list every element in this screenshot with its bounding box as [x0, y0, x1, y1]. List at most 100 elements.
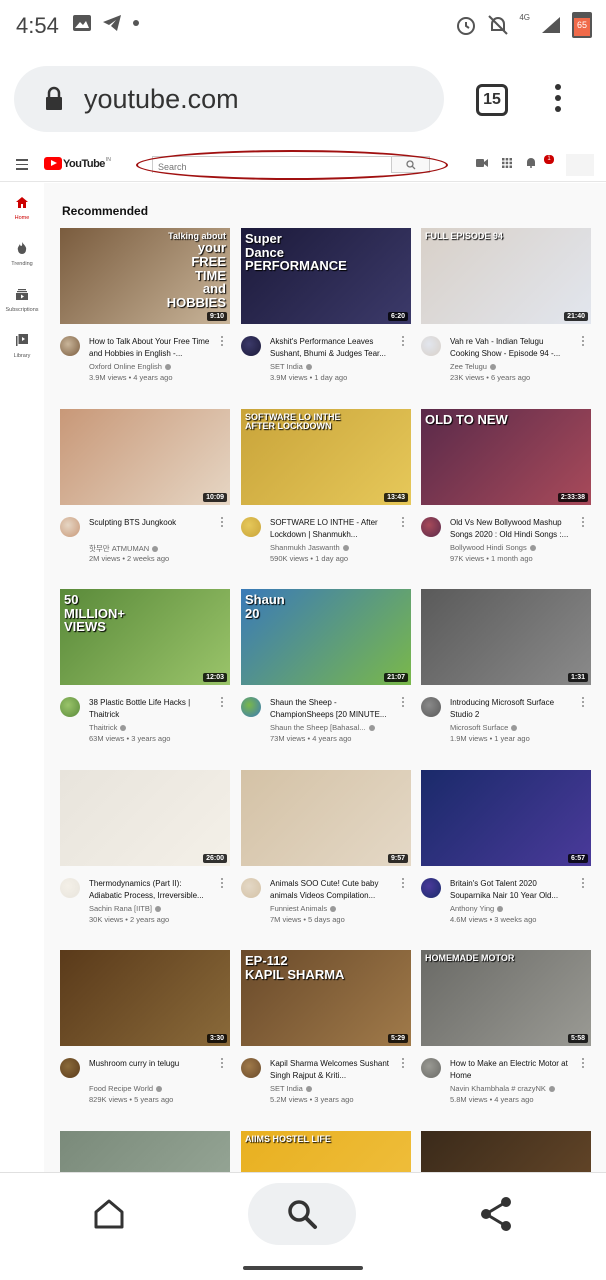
video-title[interactable]: Old Vs New Bollywood Mashup Songs 2020 :… — [450, 517, 574, 541]
sidebar-item-home[interactable]: Home — [0, 195, 44, 221]
more-actions-icon[interactable] — [401, 878, 405, 890]
video-card[interactable]: EP-112 KAPIL SHARMA 5:29 Kapil Sharma Welco… — [241, 950, 411, 1120]
channel-avatar[interactable] — [421, 517, 441, 537]
channel-name[interactable]: 핫무만 ATMUMAN — [89, 543, 219, 554]
more-actions-icon[interactable] — [581, 878, 585, 890]
video-title[interactable]: How to Talk About Your Free Time and Hob… — [89, 336, 213, 360]
apps-grid-icon[interactable] — [502, 157, 512, 168]
tab-switcher-button[interactable]: 15 — [476, 84, 508, 116]
more-actions-icon[interactable] — [220, 697, 224, 709]
video-thumbnail[interactable]: FULL EPISODE 94 21:40 — [421, 228, 591, 324]
video-card[interactable]: HOMEMADE MOTOR 5:58 How to Make an Electri… — [421, 950, 591, 1120]
video-card[interactable]: 1:31 Introducing Microsoft Surface Studio… — [421, 589, 591, 759]
video-thumbnail[interactable] — [421, 1131, 591, 1173]
sidebar-item-trending[interactable]: Trending — [0, 241, 44, 267]
channel-name[interactable]: Zee Telugu — [450, 362, 580, 371]
address-bar[interactable]: youtube.com — [14, 66, 444, 132]
video-thumbnail[interactable]: 6:57 — [421, 770, 591, 866]
video-title[interactable]: Sculpting BTS Jungkook — [89, 517, 213, 529]
channel-avatar[interactable] — [421, 1058, 441, 1078]
youtube-logo[interactable]: YouTube IN — [44, 157, 111, 170]
video-card[interactable]: 6:57 Britain's Got Talent 2020 Souparnika… — [421, 770, 591, 940]
video-card[interactable]: SOFTWARE LO INTHE AFTER LOCKDOWN 13:43 SOFT… — [241, 409, 411, 579]
home-icon[interactable] — [92, 1197, 126, 1231]
video-card[interactable]: Talking about your FREE TIME and HOBBIES 9:10 H… — [60, 228, 230, 398]
channel-name[interactable]: Anthony Ying — [450, 904, 580, 913]
channel-avatar[interactable] — [241, 1058, 261, 1078]
account-avatar[interactable] — [566, 154, 594, 176]
video-thumbnail[interactable]: AIIMS HOSTEL LIFE — [241, 1131, 411, 1173]
overflow-menu-button[interactable] — [550, 84, 566, 118]
video-thumbnail[interactable]: 3:30 — [60, 950, 230, 1046]
video-title[interactable]: Introducing Microsoft Surface Studio 2 — [450, 697, 574, 721]
channel-name[interactable]: SET India — [270, 362, 400, 371]
more-actions-icon[interactable] — [220, 878, 224, 890]
video-title[interactable]: Vah re Vah - Indian Telugu Cooking Show … — [450, 336, 574, 360]
search-button[interactable] — [248, 1183, 356, 1245]
channel-name[interactable]: SET India — [270, 1084, 400, 1093]
more-actions-icon[interactable] — [401, 1058, 405, 1070]
channel-name[interactable]: Navin Khambhala # crazyNK — [450, 1084, 580, 1093]
channel-name[interactable]: Food Recipe World — [89, 1084, 219, 1093]
channel-name[interactable]: Oxford Online English — [89, 362, 219, 371]
channel-avatar[interactable] — [241, 878, 261, 898]
video-thumbnail[interactable]: OLD TO NEW 2:33:38 — [421, 409, 591, 505]
video-card[interactable]: 9:57 Animals SOO Cute! Cute baby animals … — [241, 770, 411, 940]
channel-name[interactable]: Shanmukh Jaswanth — [270, 543, 400, 552]
video-card[interactable]: 10:09 Sculpting BTS Jungkook 핫무만 ATMUMAN 2M… — [60, 409, 230, 579]
channel-avatar[interactable] — [60, 517, 80, 537]
sidebar-item-library[interactable]: Library — [0, 333, 44, 359]
channel-avatar[interactable] — [241, 336, 261, 356]
more-actions-icon[interactable] — [581, 1058, 585, 1070]
video-title[interactable]: Mushroom curry in telugu — [89, 1058, 213, 1070]
more-actions-icon[interactable] — [401, 697, 405, 709]
channel-avatar[interactable] — [60, 1058, 80, 1078]
video-title[interactable]: Thermodynamics (Part II): Adiabatic Proc… — [89, 878, 213, 902]
video-title[interactable]: Akshit's Performance Leaves Sushant, Bhu… — [270, 336, 394, 360]
share-icon[interactable] — [478, 1195, 514, 1233]
video-title[interactable]: How to Make an Electric Motor at Home — [450, 1058, 574, 1082]
more-actions-icon[interactable] — [220, 1058, 224, 1070]
channel-avatar[interactable] — [421, 697, 441, 717]
create-video-icon[interactable] — [476, 158, 488, 168]
channel-name[interactable]: Thaitrick — [89, 723, 219, 732]
video-card[interactable] — [60, 1131, 230, 1173]
channel-name[interactable]: Sachin Rana [IITB] — [89, 904, 219, 913]
channel-name[interactable]: Shaun the Sheep [Bahasal... — [270, 723, 400, 732]
channel-avatar[interactable] — [60, 697, 80, 717]
channel-avatar[interactable] — [60, 878, 80, 898]
channel-name[interactable]: Bollywood Hindi Songs — [450, 543, 580, 552]
more-actions-icon[interactable] — [581, 697, 585, 709]
video-card[interactable]: 3:30 Mushroom curry in telugu Food Recipe … — [60, 950, 230, 1120]
video-card[interactable] — [421, 1131, 591, 1173]
video-card[interactable]: 26:00 Thermodynamics (Part II): Adiabatic… — [60, 770, 230, 940]
channel-avatar[interactable] — [60, 336, 80, 356]
video-thumbnail[interactable] — [60, 1131, 230, 1173]
video-title[interactable]: Kapil Sharma Welcomes Sushant Singh Rajp… — [270, 1058, 394, 1082]
video-title[interactable]: Animals SOO Cute! Cute baby animals Vide… — [270, 878, 394, 902]
channel-name[interactable]: Microsoft Surface — [450, 723, 580, 732]
more-actions-icon[interactable] — [401, 517, 405, 529]
more-actions-icon[interactable] — [220, 336, 224, 348]
more-actions-icon[interactable] — [581, 517, 585, 529]
video-thumbnail[interactable]: SOFTWARE LO INTHE AFTER LOCKDOWN 13:43 — [241, 409, 411, 505]
video-thumbnail[interactable]: 26:00 — [60, 770, 230, 866]
video-thumbnail[interactable]: EP-112 KAPIL SHARMA 5:29 — [241, 950, 411, 1046]
video-thumbnail[interactable]: Super Dance PERFORMANCE 6:20 — [241, 228, 411, 324]
video-card[interactable]: AIIMS HOSTEL LIFE — [241, 1131, 411, 1173]
more-actions-icon[interactable] — [581, 336, 585, 348]
video-title[interactable]: SOFTWARE LO INTHE - After Lockdown | Sha… — [270, 517, 394, 541]
channel-name[interactable]: Funniest Animals — [270, 904, 400, 913]
more-actions-icon[interactable] — [401, 336, 405, 348]
video-title[interactable]: 38 Plastic Bottle Life Hacks | Thaitrick — [89, 697, 213, 721]
channel-avatar[interactable] — [421, 878, 441, 898]
video-thumbnail[interactable]: 50 MILLION+ VIEWS 12:03 — [60, 589, 230, 685]
video-card[interactable]: 50 MILLION+ VIEWS 12:03 38 Plastic Bottle Li… — [60, 589, 230, 759]
video-card[interactable]: FULL EPISODE 94 21:40 Vah re Vah - Indian … — [421, 228, 591, 398]
channel-avatar[interactable] — [421, 336, 441, 356]
channel-avatar[interactable] — [241, 517, 261, 537]
video-thumbnail[interactable]: 9:57 — [241, 770, 411, 866]
channel-avatar[interactable] — [241, 697, 261, 717]
video-title[interactable]: Britain's Got Talent 2020 Souparnika Nai… — [450, 878, 574, 902]
more-actions-icon[interactable] — [220, 517, 224, 529]
